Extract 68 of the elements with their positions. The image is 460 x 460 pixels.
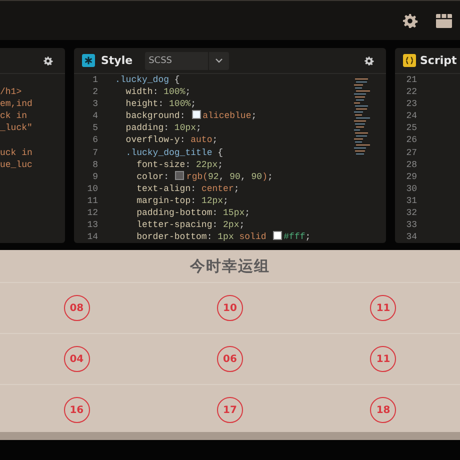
line-number: 27 [405,146,417,159]
number-ball: 08 [64,295,90,321]
settings-icon[interactable] [364,56,374,66]
preprocessor-dropdown[interactable]: SCSS [144,52,229,70]
code-line: font-size: 22px; [136,158,224,171]
code-line: _luck" [0,122,32,134]
layout-icon[interactable] [436,12,452,28]
code-line: ck in [0,110,28,122]
line-number: 4 [92,110,98,122]
line-number: 7 [92,146,98,159]
line-number: 24 [405,110,417,122]
number-ball: 16 [64,397,90,423]
line-number: 22 [405,86,417,98]
line-number: 6 [92,134,98,147]
line-number: 2 [92,86,98,98]
code-line: /h1> [0,86,22,98]
asterisk-icon [82,54,95,67]
line-number: 1 [92,74,98,86]
code-line: background: aliceblue; [124,110,257,122]
panel-title: Style [101,54,133,67]
code-line: height: 100%; [124,98,196,110]
braces-icon [403,54,416,67]
number-ball: 04 [64,346,90,372]
code-line: overflow-y: auto; [124,134,218,147]
code-line: border-bottom: 1px solid #fff; [136,231,311,243]
line-number: 28 [405,158,417,171]
line-number: 13 [86,219,98,232]
settings-icon[interactable] [402,12,418,28]
code-line: padding: 10px; [124,122,202,134]
line-number: 30 [405,182,417,195]
line-number: 3 [92,98,98,110]
line-number: 14 [86,231,98,243]
code-line: .lucky_dog_title { [124,146,224,159]
code-line: margin-top: 12px; [136,194,228,208]
line-number: 10 [86,182,98,195]
line-number: 12 [86,207,98,220]
line-number: 32 [405,207,417,220]
number-ball: 06 [216,346,243,372]
code-line: .lucky_dog { [115,74,180,86]
line-number: 31 [405,194,417,208]
line-number: 5 [92,122,98,134]
code-line: width: 100%; [124,86,191,98]
line-number: 8 [92,158,98,171]
line-number: 23 [405,98,417,110]
line-number: 34 [405,231,417,243]
line-number: 29 [405,170,417,183]
line-number: 26 [405,134,417,147]
number-ball: 18 [370,397,396,423]
number-ball: 17 [216,397,243,423]
code-line: color: rgb(92, 90, 90); [136,170,273,183]
panel-title: Script [420,54,457,67]
line-number: 33 [405,219,417,232]
number-ball: 10 [216,295,243,321]
line-number: 11 [86,194,98,208]
code-line: em,ind [0,98,32,110]
code-line: padding-bottom: 15px; [136,207,250,220]
number-ball: 11 [370,346,396,372]
line-number: 21 [405,74,417,86]
caret-icon [214,58,223,63]
result-title: 今时幸运组 [0,250,460,283]
code-line: uck in [0,146,32,159]
number-ball: 11 [370,295,396,321]
line-number: 25 [405,122,417,134]
code-line: ue_luc [0,158,32,171]
code-line: text-align: center; [136,182,240,195]
code-line: letter-spacing: 2px; [136,219,245,232]
settings-icon[interactable] [43,56,53,66]
line-number: 9 [92,170,98,183]
